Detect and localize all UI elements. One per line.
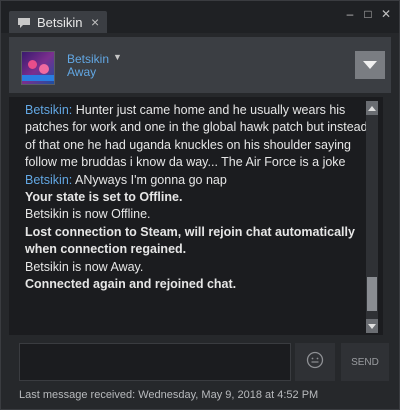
scroll-down-icon[interactable] bbox=[366, 319, 378, 333]
title-bar: Betsikin × – □ ✕ bbox=[1, 1, 399, 33]
chat-message: Betsikin: Hunter just came home and he u… bbox=[25, 102, 371, 172]
maximize-button[interactable]: □ bbox=[361, 7, 375, 21]
chat-tab-label: Betsikin bbox=[37, 15, 83, 30]
system-message: Lost connection to Steam, will rejoin ch… bbox=[25, 224, 355, 257]
system-message: Betsikin is now Away. bbox=[25, 259, 144, 274]
message-input[interactable] bbox=[19, 343, 291, 381]
emoticon-button[interactable] bbox=[295, 343, 335, 381]
chat-window: Betsikin × – □ ✕ Betsikin ▼ Away Betsiki… bbox=[0, 0, 400, 410]
tab-close-icon[interactable]: × bbox=[91, 13, 99, 31]
chat-bubble-icon bbox=[17, 16, 31, 34]
compose-area: SEND bbox=[9, 341, 391, 385]
system-message: Betsikin is now Offline. bbox=[25, 207, 151, 222]
emoticon-icon bbox=[306, 351, 324, 374]
scroll-up-icon[interactable] bbox=[366, 101, 378, 115]
message-sender: Betsikin: bbox=[25, 172, 73, 187]
minimize-button[interactable]: – bbox=[343, 7, 357, 21]
friend-menu-button[interactable] bbox=[355, 51, 385, 79]
chat-scrollbar[interactable] bbox=[366, 101, 378, 333]
window-controls: – □ ✕ bbox=[343, 7, 393, 21]
chevron-down-icon[interactable]: ▼ bbox=[113, 52, 122, 62]
chat-tab[interactable]: Betsikin × bbox=[9, 11, 107, 33]
system-message: Your state is set to Offline. bbox=[25, 190, 183, 205]
scrollbar-thumb[interactable] bbox=[367, 277, 377, 311]
message-text: Hunter just came home and he usually wea… bbox=[25, 103, 368, 170]
dropdown-triangle-icon bbox=[363, 56, 377, 74]
message-text: ANyways I'm gonna go nap bbox=[72, 172, 227, 187]
send-button[interactable]: SEND bbox=[341, 343, 389, 381]
message-sender: Betsikin: bbox=[25, 103, 73, 117]
last-message-timestamp: Last message received: Wednesday, May 9,… bbox=[19, 389, 319, 401]
message-list: Betsikin: Hunter just came home and he u… bbox=[25, 102, 371, 293]
friend-header: Betsikin ▼ Away bbox=[9, 37, 391, 93]
chat-message: Betsikin: ANyways I'm gonna go nap bbox=[25, 172, 371, 189]
chat-log: Betsikin: Hunter just came home and he u… bbox=[9, 97, 383, 335]
system-message: Connected again and rejoined chat. bbox=[25, 277, 237, 292]
close-window-button[interactable]: ✕ bbox=[379, 7, 393, 21]
friend-status: Away bbox=[67, 65, 97, 79]
avatar[interactable] bbox=[21, 51, 55, 85]
friend-name[interactable]: Betsikin bbox=[67, 52, 109, 66]
